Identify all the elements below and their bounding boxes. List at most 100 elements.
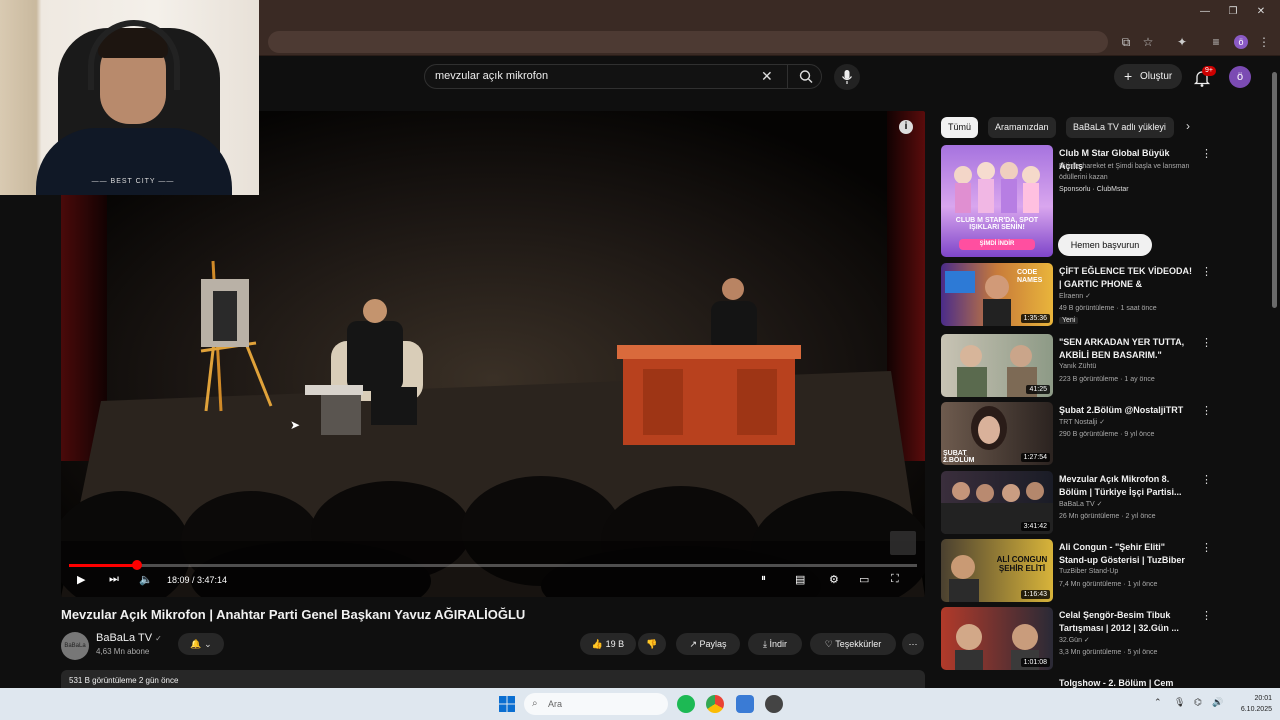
tray-mic-icon[interactable]: 🎙 (1174, 697, 1185, 708)
create-button[interactable]: + Oluştur (1114, 64, 1182, 89)
more-icon[interactable]: ⋮ (1201, 404, 1212, 417)
list-item[interactable]: CODE NAMES 1:35:36 ÇİFT EĞLENCE TEK VİDE… (941, 263, 1221, 327)
video-thumbnail[interactable]: CODE NAMES 1:35:36 (941, 263, 1053, 326)
channel-name[interactable]: Elraenn ✓ (1059, 292, 1091, 300)
plus-icon: + (1124, 68, 1133, 84)
install-icon[interactable]: ⧉ (1118, 34, 1134, 50)
chip-channel[interactable]: BaBaLa TV adlı yükleyi (1066, 117, 1174, 138)
view-count-date: 531 B görüntüleme 2 gün önce (69, 676, 179, 685)
list-item[interactable]: 3:41:42 Mevzular Açık Mikrofon 8. Bölüm … (941, 471, 1221, 535)
scrollbar-thumb[interactable] (1272, 72, 1277, 308)
host-head (722, 278, 744, 300)
chrome-icon[interactable] (706, 695, 724, 713)
search-input[interactable]: mevzular açık mikrofon (435, 70, 548, 82)
browser-profile-avatar[interactable]: ö (1234, 35, 1248, 49)
dislike-button[interactable]: 👎 (638, 633, 666, 655)
search-box[interactable]: mevzular açık mikrofon ✕ (424, 64, 822, 89)
close-window-icon[interactable]: ✕ (1252, 6, 1270, 22)
chip-all[interactable]: Tümü (941, 117, 979, 138)
channel-name[interactable]: BaBaLa TV ✓ (1059, 500, 1102, 508)
chevron-right-icon[interactable]: › (1186, 119, 1190, 133)
thanks-button[interactable]: ♡ Teşekkürler (810, 633, 896, 655)
verified-icon: ✓ (155, 634, 162, 643)
app-icon[interactable] (765, 695, 783, 713)
list-item[interactable]: 41:25 "SEN ARKADAN YER TUTTA, AKBİLİ BEN… (941, 334, 1221, 398)
thumbs-up-icon: 👍 (591, 639, 606, 649)
video-thumbnail[interactable]: ŞUBAT 2.BÖLÜM 1:27:54 (941, 402, 1053, 465)
clock-time: 20:01 (1254, 695, 1272, 702)
channel-watermark[interactable] (890, 531, 916, 555)
next-icon[interactable]: ⏭ (109, 573, 119, 589)
reading-list-icon[interactable]: ≡ (1208, 34, 1224, 50)
more-actions-button[interactable]: ⋯ (902, 633, 924, 655)
progress-fill (69, 564, 137, 567)
extensions-icon[interactable]: ✦ (1174, 34, 1190, 50)
thanks-label: Teşekkürler (835, 639, 882, 649)
ad-more-icon[interactable]: ⋮ (1201, 147, 1212, 160)
video-meta: 26 Mn görüntüleme · 2 yıl önce (1059, 513, 1156, 520)
tray-chevron-icon[interactable]: ⌃ (1154, 697, 1162, 708)
fullscreen-icon[interactable]: ⛶ (891, 573, 899, 589)
windows-start-icon[interactable] (498, 695, 516, 713)
maximize-icon[interactable]: ❐ (1224, 6, 1242, 22)
kebab-menu-icon[interactable]: ⋮ (1256, 34, 1272, 50)
spotify-icon[interactable] (677, 695, 695, 713)
progress-scrubber[interactable] (131, 560, 142, 570)
voice-search-button[interactable] (834, 64, 860, 90)
list-item[interactable]: ŞUBAT 2.BÖLÜM 1:27:54 Şubat 2.Bölüm @Nos… (941, 402, 1221, 466)
minimize-icon[interactable]: — (1196, 6, 1214, 22)
search-button[interactable] (787, 65, 823, 88)
volume-tray-icon[interactable]: 🔊 (1212, 697, 1223, 708)
more-horizontal-icon: ⋯ (908, 639, 918, 649)
settings-gear-icon[interactable]: ⚙ (829, 573, 839, 589)
download-label: İndir (769, 639, 787, 649)
more-icon[interactable]: ⋮ (1201, 473, 1212, 486)
video-thumbnail[interactable]: 3:41:42 (941, 471, 1053, 534)
bookmark-star-icon[interactable]: ☆ (1140, 34, 1156, 50)
video-title: Ali Congun - "Şehir Eliti" Stand-up Göst… (1059, 542, 1185, 565)
network-icon[interactable]: ⌬ (1194, 697, 1202, 708)
info-icon[interactable]: i (899, 120, 913, 134)
more-icon[interactable]: ⋮ (1201, 541, 1212, 554)
duration-badge: 1:01:08 (1020, 658, 1050, 667)
play-icon[interactable]: ▶ (77, 573, 85, 589)
channel-name[interactable]: 32.Gün ✓ (1059, 636, 1090, 644)
mic-icon (842, 70, 852, 84)
progress-bar[interactable] (69, 560, 917, 570)
channel-name[interactable]: Yanık Zühtü (1059, 363, 1096, 370)
portrait-figure (213, 291, 237, 341)
channel-name[interactable]: BaBaLa TV ✓ (96, 632, 162, 644)
channel-avatar[interactable]: BaBaLa (61, 632, 89, 660)
security-shield-icon[interactable] (736, 695, 754, 713)
apply-now-button[interactable]: Hemen başvurun (1058, 234, 1152, 256)
more-icon[interactable]: ⋮ (1201, 336, 1212, 349)
list-item[interactable]: 1:01:08 Celal Şengör-Besim Tibuk Tartışm… (941, 607, 1221, 671)
shirt-print: —— BEST CITY —— (91, 178, 175, 185)
list-item[interactable]: Tolgshow - 2. Bölüm | Cem (941, 675, 1221, 688)
thumbs-down-icon: 👎 (646, 639, 658, 649)
download-button[interactable]: ⤓ İndir (748, 633, 802, 655)
video-thumbnail[interactable]: ALİ CONGUN ŞEHİR ELİTİ 1:16:43 (941, 539, 1053, 602)
more-icon[interactable]: ⋮ (1201, 609, 1212, 622)
account-avatar[interactable]: ö (1229, 66, 1251, 88)
chip-from-search[interactable]: Aramanızdan (988, 117, 1056, 138)
host-body (711, 301, 757, 351)
clock-date: 6.10.2025 (1240, 706, 1272, 713)
like-button[interactable]: 👍 19 B (580, 633, 636, 655)
list-item[interactable]: ALİ CONGUN ŞEHİR ELİTİ 1:16:43 Ali Congu… (941, 539, 1221, 603)
theater-mode-icon[interactable]: ▭ (859, 573, 869, 589)
autoplay-toggle-icon[interactable]: ⏸ (761, 573, 766, 589)
address-bar[interactable] (268, 31, 1108, 53)
subscription-bell-button[interactable]: 🔔 ⌄ (178, 633, 224, 655)
channel-name[interactable]: TRT Nostalji ✓ (1059, 418, 1105, 426)
share-button[interactable]: ↗ Paylaş (676, 633, 740, 655)
taskbar-search[interactable]: ⌕ Ara (524, 693, 668, 715)
more-icon[interactable]: ⋮ (1201, 265, 1212, 278)
video-thumbnail[interactable]: 41:25 (941, 334, 1053, 397)
channel-name[interactable]: TuzBiber Stand-Up (1059, 568, 1118, 575)
taskbar-clock[interactable]: 20:01 6.10.2025 (1232, 693, 1272, 715)
close-icon[interactable]: ✕ (761, 68, 773, 85)
video-thumbnail[interactable]: 1:01:08 (941, 607, 1053, 670)
volume-icon[interactable]: 🔈 (139, 573, 153, 589)
subtitles-icon[interactable]: ▤ (795, 573, 805, 589)
